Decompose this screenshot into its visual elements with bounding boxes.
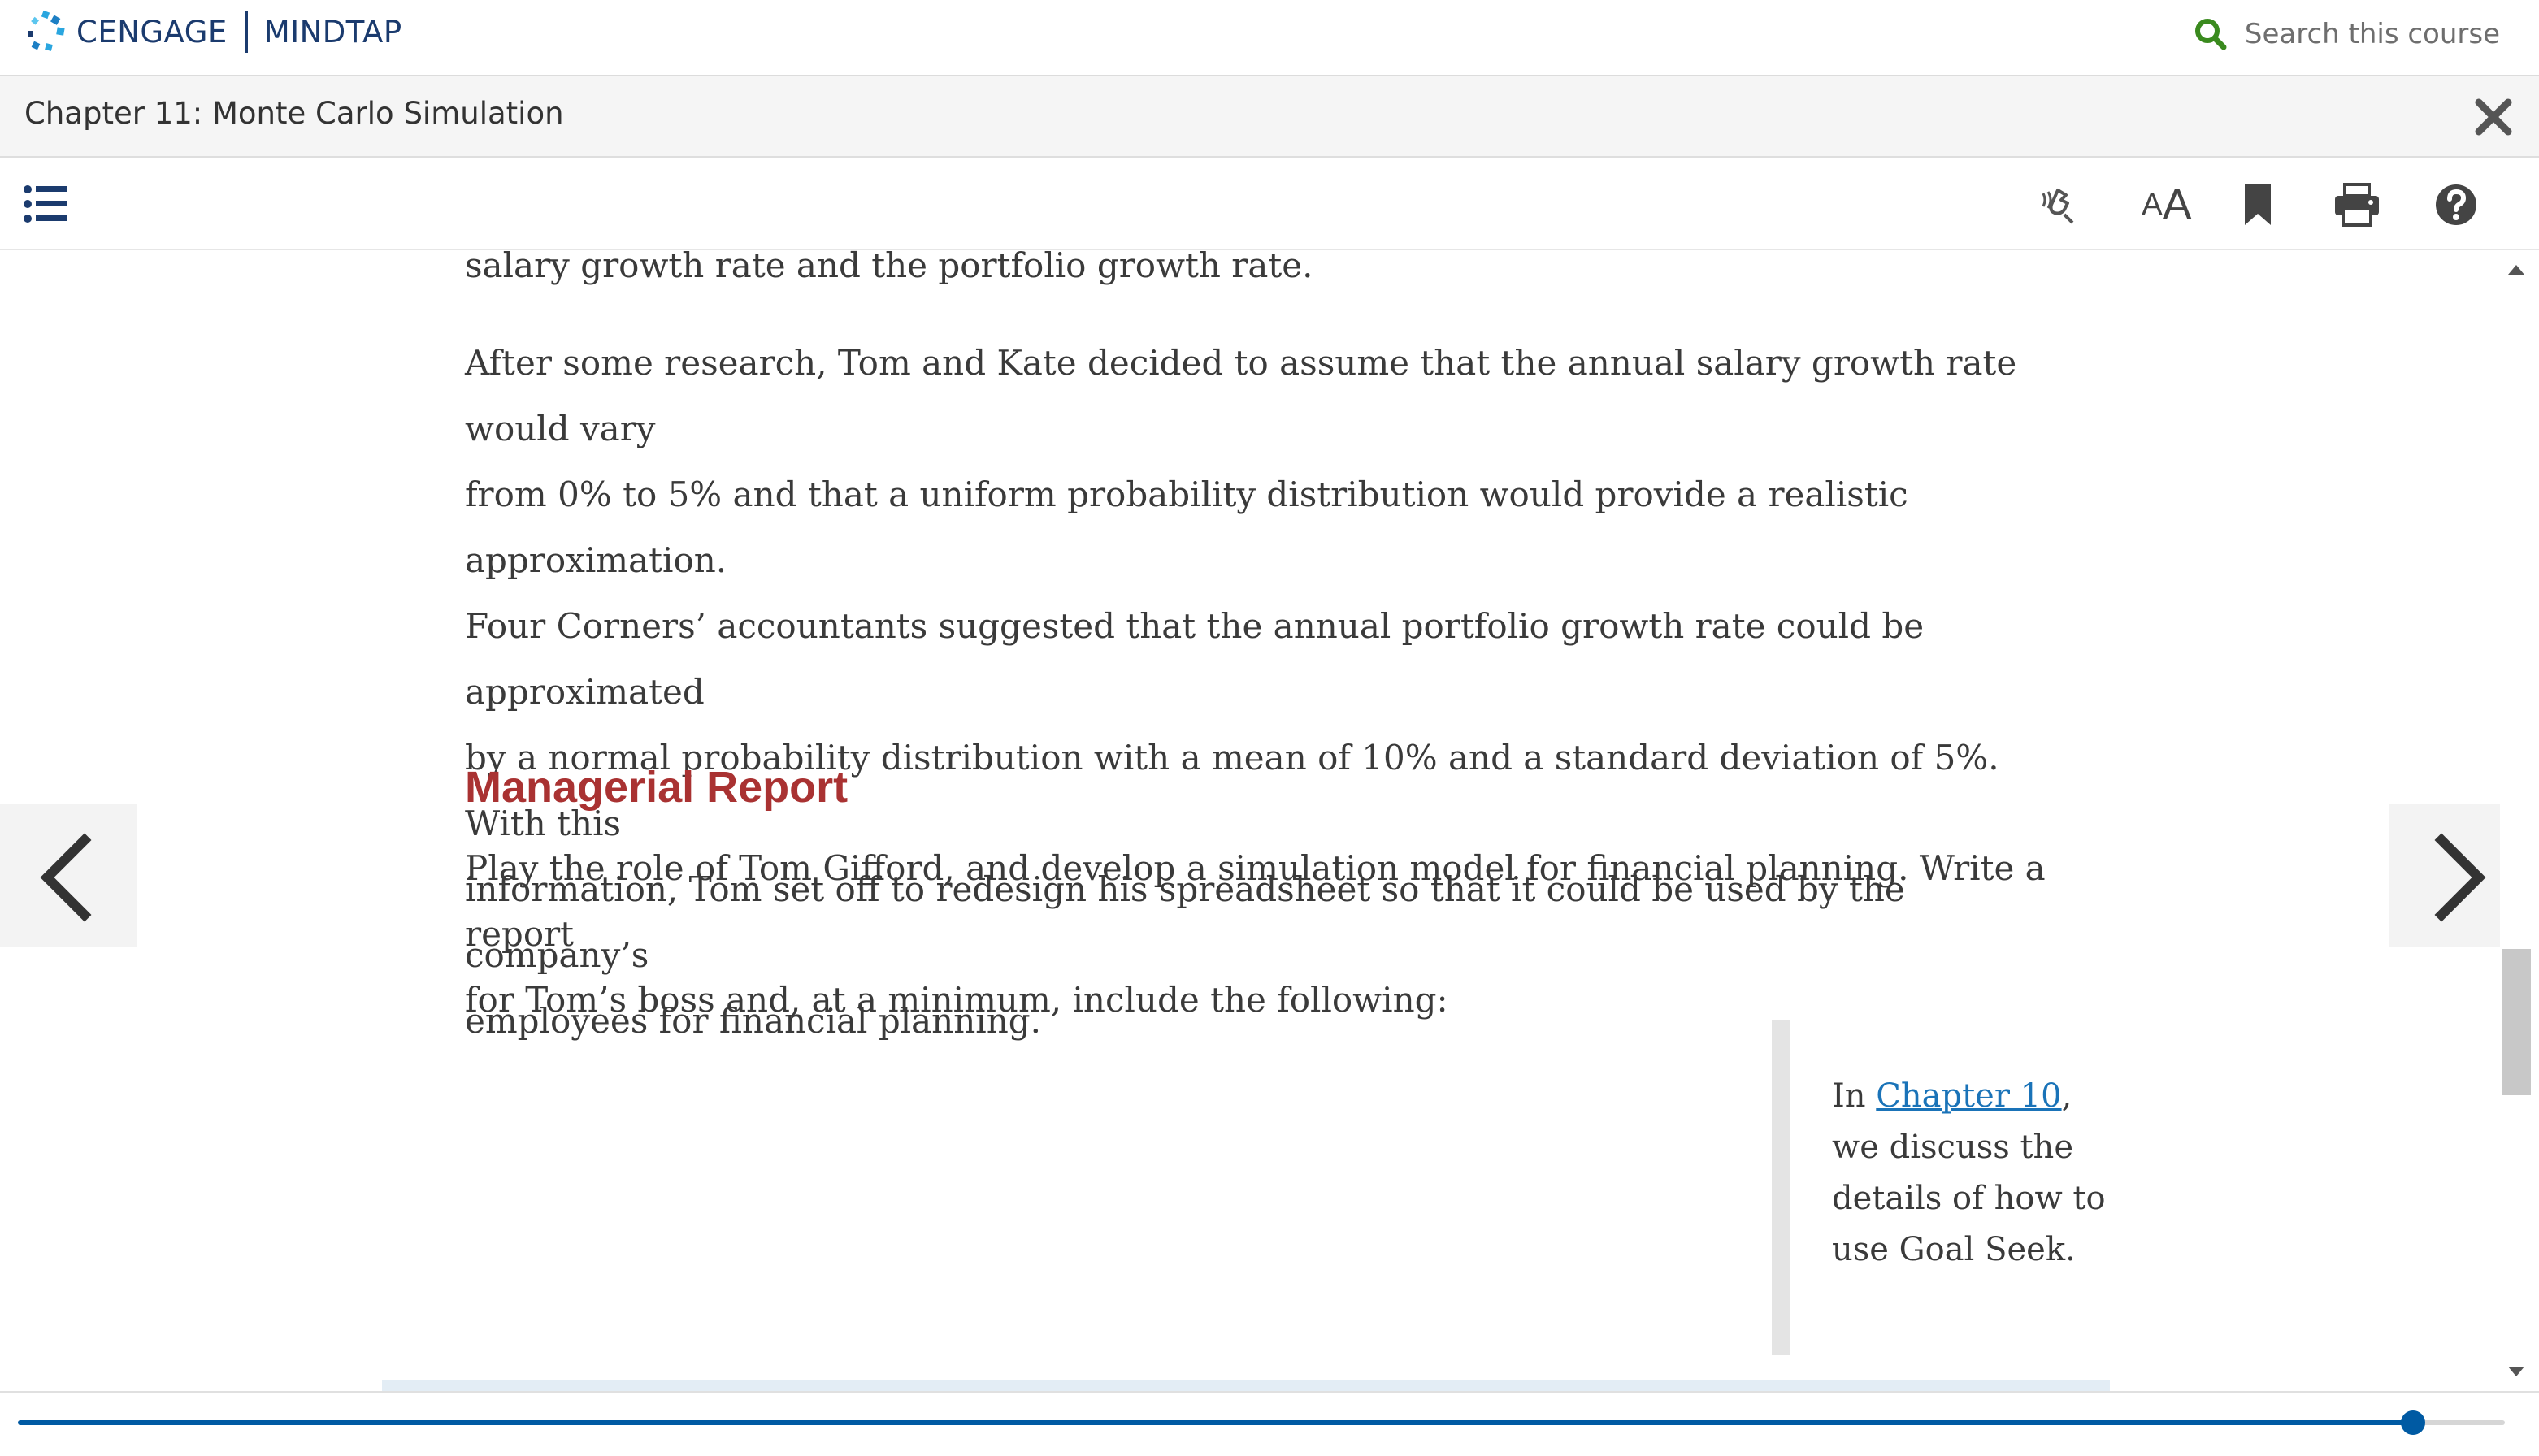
- note-line: we discuss the: [1832, 1129, 2073, 1166]
- chapter-title-bar: Chapter 11: Monte Carlo Simulation: [0, 76, 2539, 158]
- vertical-scrollbar[interactable]: [2500, 250, 2532, 1391]
- print-icon: [2335, 183, 2379, 227]
- brand-mindtap: MINDTAP: [263, 14, 402, 50]
- margin-note-text: In Chapter 10, we discuss the details of…: [1832, 1071, 2125, 1276]
- section-heading: Managerial Report: [465, 763, 849, 812]
- chapter-10-link[interactable]: Chapter 10: [1876, 1077, 2061, 1115]
- reader-content: salary growth rate and the portfolio gro…: [0, 250, 2498, 1391]
- help-button[interactable]: [2430, 179, 2482, 231]
- progress-fill: [18, 1420, 2413, 1425]
- cengage-logo-mark-icon: [28, 10, 65, 51]
- search-input[interactable]: Search this course: [2245, 18, 2500, 50]
- close-icon[interactable]: [2471, 94, 2516, 140]
- note-prefix: In: [1832, 1077, 1877, 1115]
- chevron-left-icon: [40, 833, 92, 922]
- reader-toolbar: AA: [0, 158, 2539, 250]
- progress-handle[interactable]: [2400, 1410, 2425, 1435]
- progress-track[interactable]: [18, 1410, 2505, 1435]
- scrollbar-thumb[interactable]: [2502, 949, 2531, 1095]
- cengage-logo[interactable]: CENGAGE MINDTAP: [23, 8, 402, 55]
- bookmark-button[interactable]: [2232, 179, 2284, 231]
- paragraph-report: Play the role of Tom Gifford, and develo…: [465, 835, 2058, 1033]
- search-icon: [2194, 19, 2227, 50]
- reading-progress: [0, 1391, 2539, 1456]
- text-line: Play the role of Tom Gifford, and develo…: [465, 848, 2046, 954]
- read-aloud-icon: [2042, 188, 2074, 224]
- bookmark-icon: [2245, 184, 2271, 225]
- content-divider: [382, 1380, 2110, 1391]
- top-bar: CENGAGE MINDTAP Search this course: [0, 0, 2539, 76]
- note-line: details of how to: [1832, 1180, 2106, 1217]
- print-button[interactable]: [2331, 179, 2383, 231]
- paragraph-partial: salary growth rate and the portfolio gro…: [465, 250, 1313, 285]
- margin-note: In Chapter 10, we discuss the details of…: [1772, 1020, 2131, 1355]
- page-title: Chapter 11: Monte Carlo Simulation: [24, 96, 564, 131]
- text-size-button[interactable]: AA: [2133, 179, 2201, 231]
- brand-cengage: CENGAGE: [76, 14, 228, 50]
- previous-page-button[interactable]: [0, 804, 137, 947]
- scroll-up-arrow-icon[interactable]: [2505, 258, 2528, 281]
- list-icon[interactable]: [23, 184, 68, 224]
- text-line: from 0% to 5% and that a uniform probabi…: [465, 474, 1908, 580]
- note-suffix: ,: [2061, 1077, 2072, 1115]
- read-aloud-button[interactable]: [2035, 179, 2087, 231]
- brand-divider: [245, 11, 248, 53]
- text-size-large-label: A: [2162, 180, 2192, 229]
- scroll-down-arrow-icon[interactable]: [2505, 1360, 2528, 1383]
- text-line: Four Corners’ accountants suggested that…: [465, 606, 1925, 712]
- help-icon: [2436, 184, 2476, 225]
- search-course[interactable]: Search this course: [2193, 11, 2500, 57]
- text-size-small-label: A: [2142, 187, 2163, 222]
- note-line: use Goal Seek.: [1832, 1231, 2076, 1268]
- text-line: After some research, Tom and Kate decide…: [465, 343, 2017, 448]
